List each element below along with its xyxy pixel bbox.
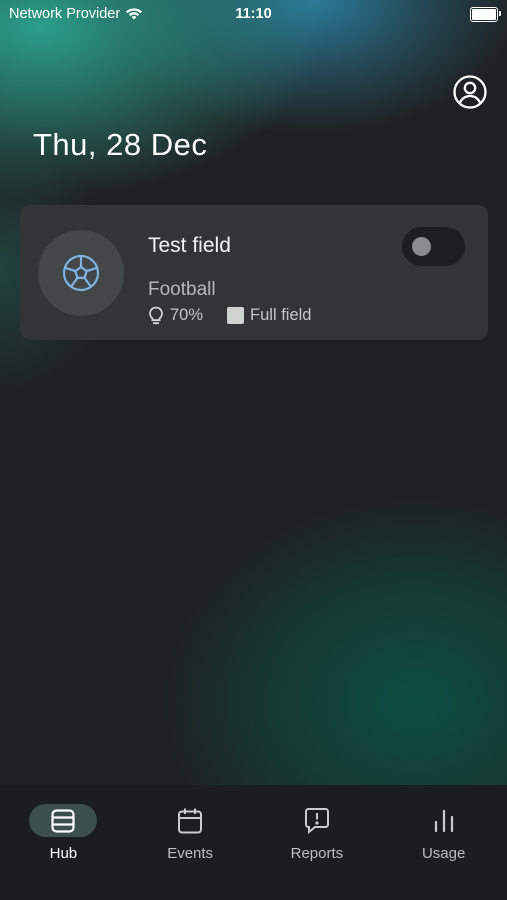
- field-toggle[interactable]: [402, 227, 465, 266]
- nav-label-usage: Usage: [421, 845, 466, 862]
- field-size-info: Full field: [227, 306, 311, 325]
- field-size-label: Full field: [250, 306, 312, 324]
- field-size-swatch: [227, 307, 245, 324]
- carrier-group: Network Provider: [9, 6, 143, 22]
- page-date-title: Thu, 28 Dec: [33, 127, 208, 162]
- wifi-icon: [126, 8, 143, 20]
- field-sport: Football: [148, 279, 216, 300]
- profile-button[interactable]: [452, 74, 488, 110]
- report-icon: [304, 807, 329, 834]
- toggle-knob: [412, 237, 431, 256]
- nav-item-events[interactable]: Events: [127, 785, 254, 900]
- field-meta: 70% Full field: [148, 306, 335, 325]
- calendar-icon: [178, 808, 203, 833]
- nav-label-hub: Hub: [49, 845, 78, 862]
- hub-icon: [51, 808, 75, 833]
- nav-label-events: Events: [167, 845, 214, 862]
- lighting-info: 70%: [148, 306, 203, 325]
- account-circle-icon: [453, 75, 487, 109]
- nav-hub-indicator: [29, 804, 98, 837]
- field-name: Test field: [148, 234, 231, 257]
- nav-item-hub[interactable]: Hub: [0, 785, 127, 900]
- nav-item-usage[interactable]: Usage: [380, 785, 507, 900]
- football-icon: [62, 254, 100, 292]
- battery-icon: [470, 6, 501, 22]
- lighting-value: 70%: [170, 306, 204, 324]
- nav-label-reports: Reports: [290, 845, 344, 862]
- sport-avatar: [38, 230, 124, 316]
- nav-item-reports[interactable]: Reports: [254, 785, 381, 900]
- carrier-name: Network Provider: [9, 6, 121, 22]
- bar-chart-icon: [434, 809, 453, 832]
- status-time: 11:10: [235, 6, 272, 22]
- field-card[interactable]: Test field Football 70% Full field: [20, 205, 488, 340]
- lightbulb-icon: [149, 306, 163, 325]
- status-bar: Network Provider 11:10: [0, 0, 507, 28]
- bottom-nav: Hub Events Reports Usage: [0, 785, 507, 900]
